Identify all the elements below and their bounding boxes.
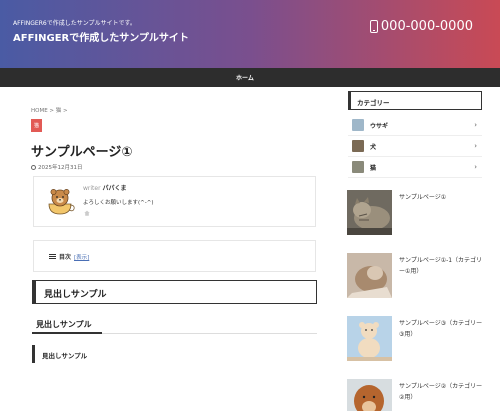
author-name: パパくま	[102, 185, 127, 192]
list-icon	[49, 254, 56, 259]
site-title[interactable]: AFFINGERで作成したサンプルサイト	[13, 29, 189, 44]
site-tagline: AFFINGER6で作成したサンプルサイトです。	[13, 20, 136, 27]
post-thumbnail	[347, 253, 392, 298]
author-avatar	[43, 184, 77, 218]
author-message: よろしくお願いします(^-^)	[83, 200, 154, 206]
post-thumbnail	[347, 190, 392, 235]
page-title: サンプルページ①	[31, 145, 133, 160]
sidebar-post-item[interactable]: サンプルページ②（カテゴリー②用）	[347, 379, 487, 411]
chevron-right-icon: ›	[474, 142, 477, 150]
chevron-right-icon: ›	[474, 163, 477, 171]
heading-h3-text: 見出しサンプル	[36, 320, 92, 329]
heading-h3: 見出しサンプル	[32, 314, 317, 334]
post-title: サンプルページ①-1（カテゴリー①用）	[399, 257, 483, 275]
sidebar-post-item[interactable]: サンプルページ③（カテゴリー③用）	[347, 316, 487, 362]
post-title: サンプルページ②（カテゴリー②用）	[399, 383, 483, 401]
writer-label: writer	[83, 185, 101, 192]
cat-thumbnail	[352, 161, 364, 173]
heading-h4-text: 見出しサンプル	[42, 352, 88, 360]
post-title: サンプルページ①	[399, 194, 447, 201]
toc-header: 目次 [表示]	[49, 252, 89, 261]
toc-label: 目次	[59, 254, 72, 261]
phone-number-text: 000-000-0000	[380, 19, 473, 34]
toc-toggle-link[interactable]: [表示]	[74, 253, 89, 261]
heading-h2-text: 見出しサンプル	[44, 290, 107, 300]
clock-icon	[31, 164, 36, 170]
sidebar-item-rabbit[interactable]: ウサギ ›	[348, 115, 482, 136]
heading-h4: 見出しサンプル	[32, 345, 87, 363]
rabbit-thumbnail	[352, 119, 364, 131]
chevron-right-icon: ›	[474, 121, 477, 129]
dog-thumbnail	[352, 140, 364, 152]
post-date-text: 2025年12月31日	[38, 165, 83, 171]
heading-underline-rest	[102, 333, 317, 334]
post-thumbnail	[347, 316, 392, 361]
breadcrumb[interactable]: HOME > 猫 >	[31, 106, 68, 114]
sidebar-post-item[interactable]: サンプルページ①-1（カテゴリー①用）	[347, 253, 487, 299]
post-thumbnail	[347, 379, 392, 411]
nav-item-home[interactable]: ホーム	[236, 73, 254, 82]
sidebar-post-item[interactable]: サンプルページ①	[347, 190, 487, 236]
post-title: サンプルページ③（カテゴリー③用）	[399, 320, 483, 338]
smartphone-icon	[369, 20, 378, 33]
table-of-contents: 目次 [表示]	[33, 240, 316, 272]
home-icon[interactable]	[84, 210, 90, 216]
phone-number[interactable]: 000-000-0000	[369, 19, 473, 34]
sidebar-item-label: 犬	[370, 143, 377, 151]
heading-underline	[32, 332, 102, 334]
post-date: 2025年12月31日	[31, 163, 83, 171]
sidebar-category-heading: カテゴリー	[348, 91, 482, 110]
sidebar-heading-text: カテゴリー	[357, 99, 390, 107]
writer-line: writer パパくま	[83, 183, 127, 192]
sidebar-item-cat[interactable]: 猫 ›	[348, 157, 482, 178]
sidebar-item-label: ウサギ	[370, 122, 389, 130]
global-nav: ホーム	[0, 68, 500, 87]
site-header: AFFINGER6で作成したサンプルサイトです。 AFFINGERで作成したサン…	[0, 0, 500, 68]
category-badge[interactable]: 猫	[31, 119, 42, 132]
author-box: writer パパくま よろしくお願いします(^-^)	[33, 176, 316, 227]
sidebar-item-label: 猫	[370, 164, 377, 172]
sidebar-item-dog[interactable]: 犬 ›	[348, 136, 482, 157]
heading-h2: 見出しサンプル	[32, 280, 317, 304]
